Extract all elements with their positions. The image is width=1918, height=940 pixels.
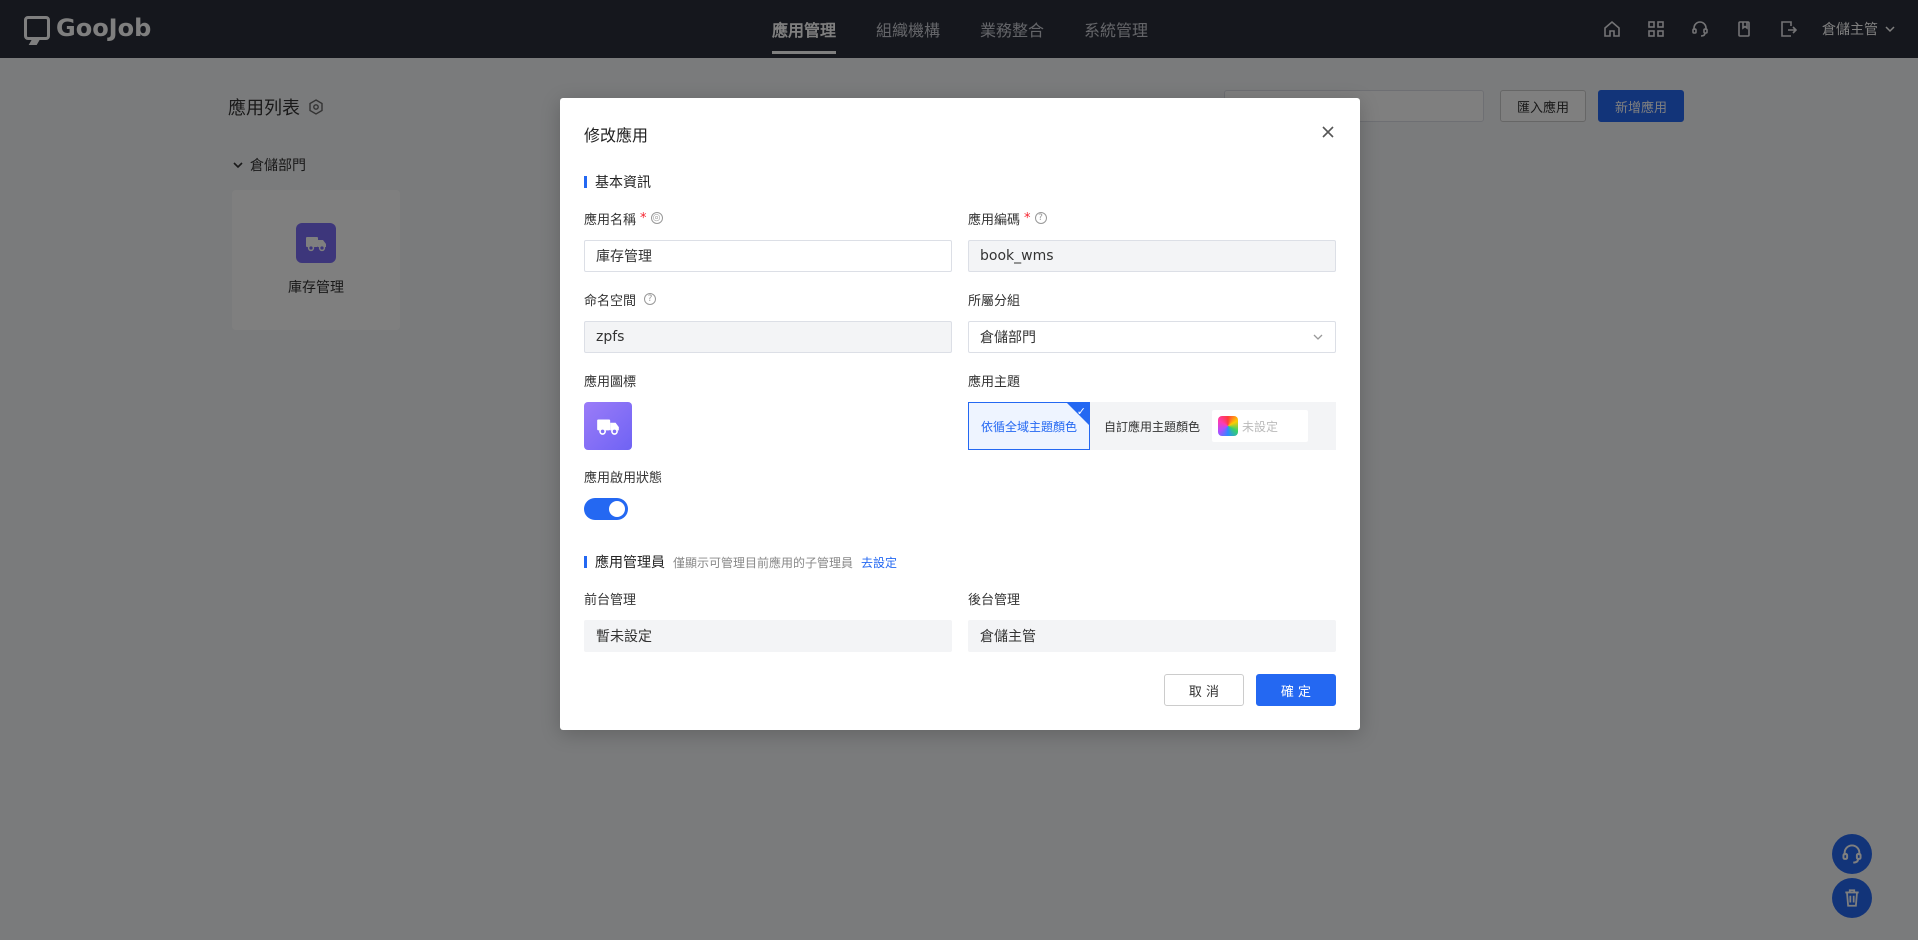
required-marker: * (1024, 210, 1031, 226)
dialog-footer: 取 消 確 定 (1164, 674, 1336, 706)
close-icon[interactable] (1320, 124, 1336, 140)
help-icon[interactable]: ? (1034, 212, 1047, 224)
theme-option-global[interactable]: 依循全域主題顏色 ✓ (968, 402, 1090, 450)
group-label: 所屬分組 (968, 289, 1336, 309)
app-status-label: 應用啟用狀態 (584, 466, 952, 486)
app-icon-field: 應用圖標 (584, 370, 952, 450)
group-field: 所屬分組 倉儲部門 (968, 289, 1336, 353)
namespace-label: 命名空間 ? (584, 289, 952, 309)
section-title: 基本資訊 (595, 175, 651, 191)
app-theme-field: 應用主題 依循全域主題顏色 ✓ 自訂應用主題顏色 未設定 (968, 370, 1336, 450)
app-status-toggle[interactable] (584, 498, 628, 520)
namespace-label-text: 命名空間 (584, 293, 637, 309)
check-icon: ✓ (1076, 405, 1086, 418)
section-hint: 僅顯示可管理目前應用的子管理員 (673, 555, 854, 570)
backend-admin-label-text: 後台管理 (968, 592, 1021, 608)
app-theme-label-text: 應用主題 (968, 374, 1021, 390)
app-code-input: book_wms (968, 240, 1336, 272)
edit-app-dialog: 修改應用 基本資訊 應用名稱 * ◎ 庫存管理 應用編碼 * ? book_wm… (560, 98, 1360, 730)
app-status-field: 應用啟用狀態 (584, 466, 952, 520)
backend-admin-value: 倉儲主管 (968, 620, 1336, 652)
backend-admin-field: 後台管理 倉儲主管 (968, 588, 1336, 652)
namespace-input: zpfs (584, 321, 952, 353)
app-status-label-text: 應用啟用狀態 (584, 470, 663, 486)
basic-info-section: 基本資訊 (584, 172, 651, 192)
theme-option-global-label: 依循全域主題顏色 (980, 419, 1077, 434)
color-swatch-icon (1218, 416, 1239, 436)
app-code-field: 應用編碼 * ? book_wms (968, 208, 1336, 272)
theme-options: 依循全域主題顏色 ✓ 自訂應用主題顏色 未設定 (968, 402, 1336, 450)
app-admin-section: 應用管理員 僅顯示可管理目前應用的子管理員 去設定 (584, 552, 897, 572)
section-marker (584, 176, 587, 188)
color-picker-placeholder: 未設定 (1242, 419, 1279, 434)
info-icon[interactable]: ◎ (650, 212, 663, 224)
app-code-label: 應用編碼 * ? (968, 208, 1336, 228)
group-select-value: 倉儲部門 (980, 330, 1036, 346)
namespace-field: 命名空間 ? zpfs (584, 289, 952, 353)
confirm-button[interactable]: 確 定 (1256, 674, 1336, 706)
backend-admin-label: 後台管理 (968, 588, 1336, 608)
theme-color-picker[interactable]: 未設定 (1212, 410, 1309, 442)
app-code-label-text: 應用編碼 (968, 212, 1021, 228)
section-title: 應用管理員 (595, 555, 665, 571)
app-theme-label: 應用主題 (968, 370, 1336, 390)
app-name-label-text: 應用名稱 (584, 212, 637, 228)
app-name-label: 應用名稱 * ◎ (584, 208, 952, 228)
app-icon-picker[interactable] (584, 402, 632, 450)
truck-icon (597, 419, 619, 435)
cancel-button[interactable]: 取 消 (1164, 674, 1244, 706)
frontend-admin-label-text: 前台管理 (584, 592, 637, 608)
required-marker: * (640, 210, 647, 226)
dialog-title: 修改應用 (584, 126, 649, 145)
section-marker (584, 556, 587, 568)
app-icon-label: 應用圖標 (584, 370, 952, 390)
app-name-input[interactable]: 庫存管理 (584, 240, 952, 272)
chevron-down-icon (1313, 334, 1323, 340)
toggle-knob (609, 501, 625, 517)
frontend-admin-field: 前台管理 暫未設定 (584, 588, 952, 652)
theme-option-custom[interactable]: 自訂應用主題顏色 (1104, 418, 1200, 435)
app-icon-label-text: 應用圖標 (584, 374, 637, 390)
go-settings-link[interactable]: 去設定 (861, 554, 897, 571)
group-select[interactable]: 倉儲部門 (968, 321, 1336, 353)
group-label-text: 所屬分組 (968, 293, 1021, 309)
help-icon[interactable]: ? (644, 293, 657, 305)
frontend-admin-value: 暫未設定 (584, 620, 952, 652)
app-name-field: 應用名稱 * ◎ 庫存管理 (584, 208, 952, 272)
frontend-admin-label: 前台管理 (584, 588, 952, 608)
